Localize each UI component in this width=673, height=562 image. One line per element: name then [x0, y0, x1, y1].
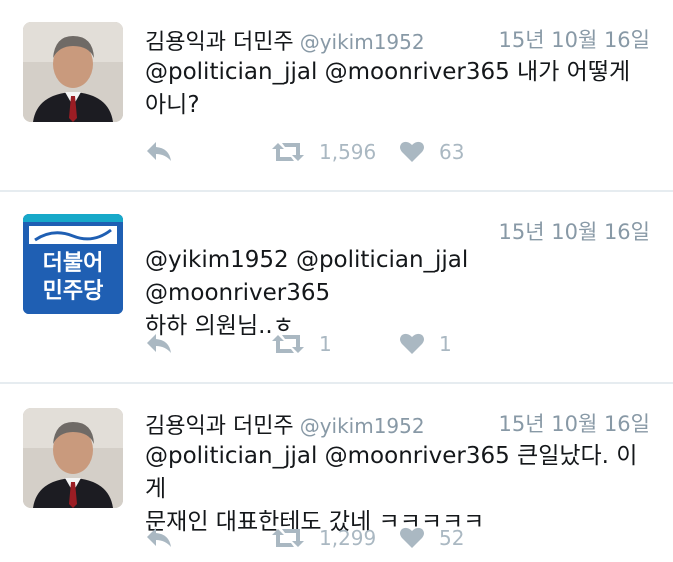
display-name-text[interactable]: 김용익과 더민주: [145, 414, 294, 439]
tweet-actions: 1 1: [145, 332, 565, 362]
person-avatar-image: [23, 22, 123, 122]
retweet-count: 1,596: [319, 140, 377, 164]
like-button[interactable]: 52: [399, 526, 464, 550]
display-name[interactable]: 김용익과 더민주 @yikim1952: [145, 408, 425, 440]
tweet[interactable]: 김용익과 더민주 @yikim1952 15년 10월 16일 @politici…: [0, 384, 673, 562]
like-count: 63: [439, 140, 465, 164]
tweet[interactable]: 김용익과 더민주 @yikim1952 15년 10월 16일 @politici…: [0, 0, 673, 190]
avatar[interactable]: [23, 408, 123, 508]
avatar[interactable]: [23, 22, 123, 122]
tweet-text: @politician_jjal @moonriver365 큰일났다. 이게 …: [145, 443, 638, 535]
retweet-icon: [272, 529, 304, 547]
tweet[interactable]: 더불어 민주당 15년 10월 16일 @yikim1952 @politici…: [0, 192, 673, 382]
reply-button[interactable]: [145, 332, 173, 354]
logo-text-top: 더불어: [43, 251, 104, 276]
reply-button[interactable]: [145, 140, 173, 162]
heart-icon: [400, 333, 424, 354]
display-name-text[interactable]: 김용익과 더민주: [145, 30, 294, 55]
tweet-date[interactable]: 15년 10월 16일: [499, 216, 650, 246]
reply-icon: [147, 334, 171, 353]
reply-icon: [147, 528, 171, 547]
heart-icon: [400, 141, 424, 162]
retweet-button[interactable]: 1: [271, 332, 332, 356]
tweet-date[interactable]: 15년 10월 16일: [499, 408, 650, 438]
like-button[interactable]: 1: [399, 332, 452, 356]
retweet-button[interactable]: 1,299: [271, 526, 376, 550]
reply-icon: [147, 142, 171, 161]
retweet-count: 1: [319, 332, 332, 356]
person-avatar-image: [23, 408, 123, 508]
avatar[interactable]: 더불어 민주당: [23, 214, 123, 314]
retweet-count: 1,299: [319, 526, 377, 550]
retweet-icon: [272, 143, 304, 161]
user-handle[interactable]: @yikim1952: [300, 30, 425, 54]
tweet-actions: 1,299 52: [145, 526, 565, 556]
like-count: 52: [439, 526, 465, 550]
like-button[interactable]: 63: [399, 140, 464, 164]
display-name[interactable]: 김용익과 더민주 @yikim1952: [145, 24, 425, 56]
tweet-actions: 1,596 63: [145, 140, 565, 170]
logo-text-bottom: 민주당: [43, 279, 104, 304]
tweet-text: @yikim1952 @politician_jjal @moonriver36…: [145, 247, 469, 339]
reply-button[interactable]: [145, 526, 173, 548]
tweet-text: @politician_jjal @moonriver365 내가 어떻게 아니…: [145, 59, 631, 118]
tweet-date[interactable]: 15년 10월 16일: [499, 24, 650, 54]
retweet-button[interactable]: 1,596: [271, 140, 376, 164]
user-handle[interactable]: @yikim1952: [300, 414, 425, 438]
party-logo-image: 더불어 민주당: [23, 214, 123, 314]
retweet-icon: [272, 335, 304, 353]
heart-icon: [400, 527, 424, 548]
like-count: 1: [439, 332, 452, 356]
